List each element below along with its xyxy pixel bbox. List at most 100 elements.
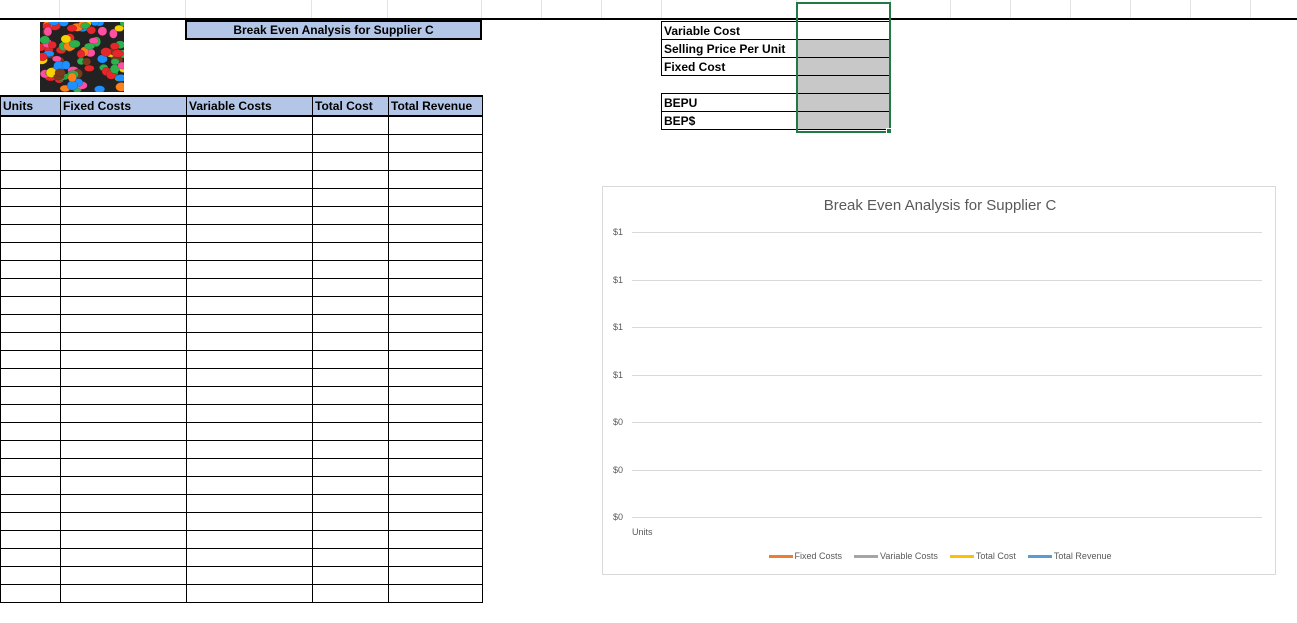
table-cell[interactable] [388,134,483,153]
table-cell[interactable] [60,440,187,459]
table-cell[interactable] [388,494,483,513]
table-cell[interactable] [388,476,483,495]
table-cell[interactable] [60,458,187,477]
table-cell[interactable] [388,386,483,405]
table-cell[interactable] [60,404,187,423]
table-cell[interactable] [186,242,313,261]
table-cell[interactable] [312,350,389,369]
x-axis-label[interactable]: Units [632,527,653,537]
table-cell[interactable] [0,368,61,387]
table-cell[interactable] [0,584,61,603]
table-cell[interactable] [312,440,389,459]
table-cell[interactable] [186,152,313,171]
break-even-chart[interactable]: Break Even Analysis for Supplier C $1 $1 $… [602,186,1276,575]
label-selling-price[interactable]: Selling Price Per Unit [661,39,797,58]
table-cell[interactable] [60,530,187,549]
table-cell[interactable] [0,494,61,513]
table-cell[interactable] [60,512,187,531]
value-variable-cost[interactable] [796,21,891,40]
table-cell[interactable] [60,314,187,333]
table-cell[interactable] [60,566,187,585]
table-cell[interactable] [388,242,483,261]
table-cell[interactable] [312,115,389,135]
table-cell[interactable] [60,224,187,243]
legend-item[interactable]: Fixed Costs [768,551,842,561]
header-units[interactable]: Units [0,95,61,117]
table-cell[interactable] [186,206,313,225]
table-cell[interactable] [312,152,389,171]
table-cell[interactable] [312,332,389,351]
table-cell[interactable] [0,134,61,153]
table-cell[interactable] [60,332,187,351]
table-cell[interactable] [60,584,187,603]
table-cell[interactable] [60,242,187,261]
table-cell[interactable] [388,188,483,207]
table-cell[interactable] [0,440,61,459]
table-cell[interactable] [60,278,187,297]
table-cell[interactable] [312,170,389,189]
table-cell[interactable] [186,350,313,369]
value-selling-price[interactable] [796,39,891,58]
label-variable-cost[interactable]: Variable Cost [661,21,797,40]
table-cell[interactable] [0,350,61,369]
table-cell[interactable] [186,512,313,531]
table-cell[interactable] [0,206,61,225]
table-cell[interactable] [312,188,389,207]
legend-item[interactable]: Total Cost [949,551,1016,561]
table-cell[interactable] [60,368,187,387]
table-cell[interactable] [60,476,187,495]
value-fixed-cost[interactable] [796,57,891,76]
table-cell[interactable] [0,548,61,567]
table-cell[interactable] [312,494,389,513]
label-fixed-cost[interactable]: Fixed Cost [661,57,797,76]
table-cell[interactable] [186,476,313,495]
table-cell[interactable] [186,115,313,135]
table-cell[interactable] [60,350,187,369]
table-cell[interactable] [0,386,61,405]
table-cell[interactable] [388,422,483,441]
table-cell[interactable] [0,188,61,207]
table-cell[interactable] [312,512,389,531]
table-cell[interactable] [60,494,187,513]
table-cell[interactable] [312,260,389,279]
table-cell[interactable] [388,404,483,423]
table-cell[interactable] [388,440,483,459]
table-cell[interactable] [186,296,313,315]
table-cell[interactable] [60,386,187,405]
table-cell[interactable] [388,512,483,531]
header-fixed-costs[interactable]: Fixed Costs [60,95,187,117]
table-cell[interactable] [0,152,61,171]
table-cell[interactable] [312,368,389,387]
table-cell[interactable] [186,368,313,387]
table-cell[interactable] [312,458,389,477]
table-cell[interactable] [388,368,483,387]
table-cell[interactable] [0,530,61,549]
table-cell[interactable] [186,314,313,333]
table-cell[interactable] [186,278,313,297]
table-cell[interactable] [60,548,187,567]
label-bep-dollars[interactable]: BEP$ [661,111,797,130]
table-cell[interactable] [388,296,483,315]
table-cell[interactable] [186,422,313,441]
legend-item[interactable]: Total Revenue [1027,551,1111,561]
table-cell[interactable] [312,224,389,243]
table-cell[interactable] [186,494,313,513]
table-cell[interactable] [388,170,483,189]
table-cell[interactable] [0,260,61,279]
table-cell[interactable] [0,332,61,351]
table-cell[interactable] [0,278,61,297]
table-cell[interactable] [60,170,187,189]
table-cell[interactable] [388,278,483,297]
table-cell[interactable] [0,242,61,261]
table-cell[interactable] [0,170,61,189]
label-blank[interactable] [662,76,797,94]
table-cell[interactable] [388,350,483,369]
chart-legend[interactable]: Fixed Costs Variable Costs Total Cost Total… [603,551,1277,561]
table-cell[interactable] [388,548,483,567]
table-cell[interactable] [312,548,389,567]
table-cell[interactable] [186,332,313,351]
fill-handle[interactable] [886,128,892,134]
table-cell[interactable] [186,530,313,549]
table-cell[interactable] [186,404,313,423]
table-cell[interactable] [0,458,61,477]
